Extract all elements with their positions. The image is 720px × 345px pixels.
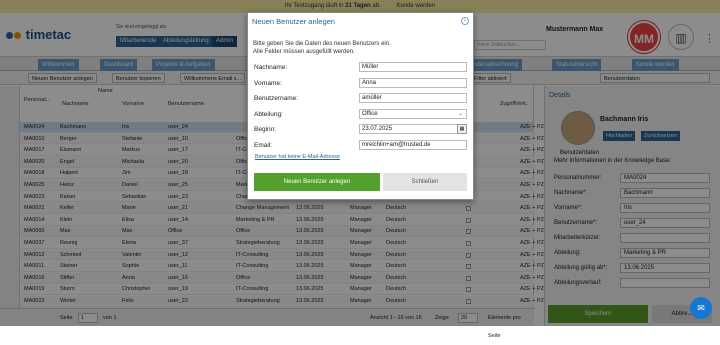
dialog-close-icon[interactable]: ×: [461, 17, 469, 25]
dialog-label-firstname: Vorname:: [254, 79, 282, 87]
dialog-input-lastname[interactable]: Müller: [359, 62, 467, 72]
dialog-label-username: Benutzername:: [254, 95, 299, 103]
dialog-input-start[interactable]: 23.07.2025: [359, 124, 467, 135]
dialog-label-department: Abteilung:: [254, 110, 283, 118]
chat-icon[interactable]: ✉: [690, 297, 712, 319]
dialog-input-department[interactable]: Office: [359, 108, 467, 119]
dialog-desc-line1: Bitte geben Sie die Daten des neuen Benu…: [253, 41, 391, 47]
dialog-desc-line2: Alle Felder müssen ausgefüllt werden.: [253, 49, 355, 55]
dialog-input-email[interactable]: mreichlin+am@trusted.de: [359, 140, 467, 150]
dialog-input-username[interactable]: amüller: [359, 93, 467, 104]
calendar-icon[interactable]: ▦: [457, 124, 467, 135]
dialog-label-start: Beginn:: [254, 126, 277, 134]
dialog-input-firstname[interactable]: Anna: [359, 77, 467, 88]
dialog-description: Bitte geben Sie die Daten des neuen Benu…: [253, 40, 391, 56]
no-email-link[interactable]: Benutzer hat keine E-Mail-Adresse: [255, 154, 340, 160]
dialog-label-lastname: Nachname:: [254, 64, 288, 71]
chevron-down-icon[interactable]: ⌄: [458, 110, 463, 117]
close-dialog-button[interactable]: Schließen: [383, 173, 467, 191]
dialog-label-email: Email:: [254, 142, 273, 149]
create-user-button[interactable]: Neuen Benutzer anlegen: [254, 173, 380, 191]
dialog-title: Neuen Benutzer anlegen: [252, 17, 335, 26]
